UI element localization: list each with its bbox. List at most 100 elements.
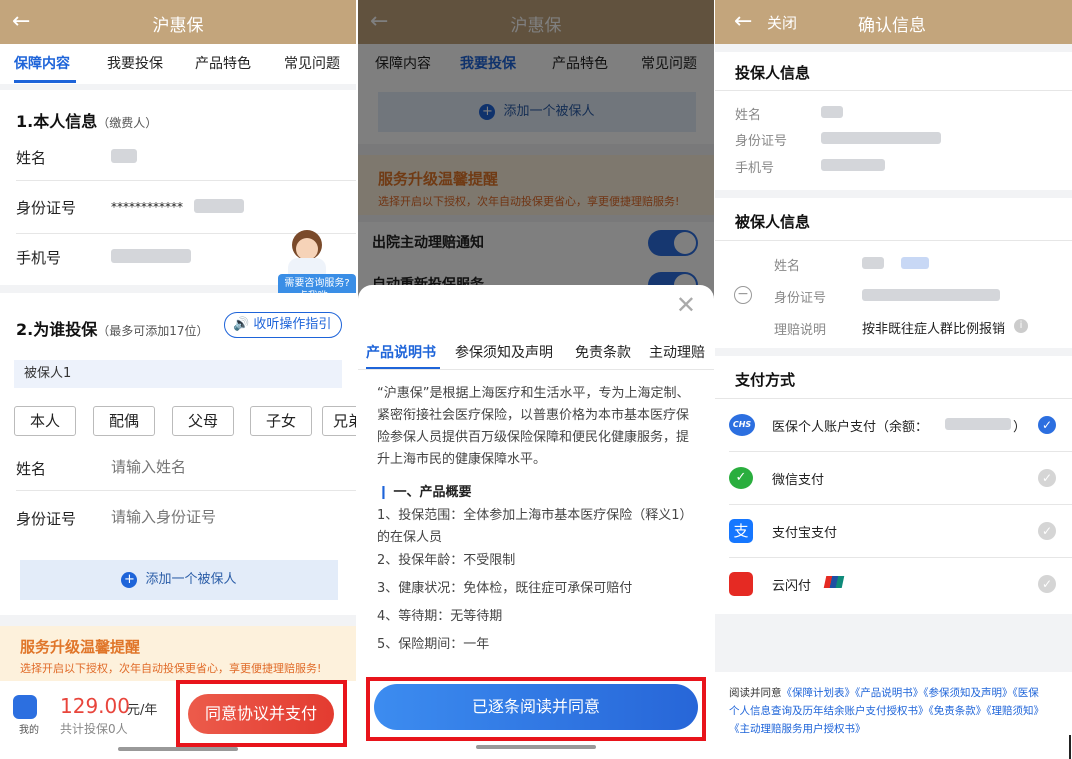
unselected-check-icon[interactable]: ✓ [1038, 522, 1056, 540]
claim-note-label: 理赔说明 [774, 323, 827, 338]
holder-phone-label: 手机号 [735, 161, 775, 176]
section-subtitle: （缴费人） [97, 116, 158, 130]
tab-faq[interactable]: 常见问题 [284, 53, 340, 73]
pay-method-label: 云闪付 [772, 579, 812, 594]
relation-self[interactable]: 本人 [14, 406, 76, 436]
insured-id-label: 身份证号 [16, 510, 77, 528]
sheet-tab-product-manual[interactable]: 产品说明书 [366, 342, 436, 362]
relation-children[interactable]: 子女 [250, 406, 312, 436]
page-title: 确认信息 [858, 16, 926, 36]
promo-text: 选择开启以下授权，次年自动投保更省心，享更便捷理赔服务! [20, 662, 322, 675]
insured-id-label: 身份证号 [774, 291, 827, 306]
intro-paragraph: “沪惠保”是根据上海医疗和生活水平，专为上海定制、紧密衔接社会医疗保险，以普惠价… [377, 386, 690, 467]
name-label: 姓名 [16, 149, 47, 167]
pay-method-alipay[interactable]: 支 支付宝支付 ✓ [715, 505, 1072, 557]
section-title: 被保人信息 [735, 213, 811, 231]
relation-siblings[interactable]: 兄弟 [322, 406, 356, 436]
holder-name-label: 姓名 [735, 108, 762, 123]
overview-item: 5、保险期间：一年 [377, 637, 490, 652]
sheet-tab-notice[interactable]: 参保须知及声明 [455, 342, 553, 362]
pay-method-medical[interactable]: CHS 医保个人账户支付（余额： ） ✓ [715, 399, 1072, 451]
section-title: 2.为谁投保 [16, 320, 98, 339]
insured-name-input[interactable] [111, 455, 331, 479]
claim-note-value: 按非既往症人群比例报销 [862, 322, 1006, 337]
insured-info-section: 被保人信息 − 姓名 身份证号 理赔说明 按非既往症人群比例报销 i [715, 198, 1072, 348]
panel-insure-form: ← 沪惠保 保障内容 我要投保 产品特色 常见问题 1.本人信息（缴费人） 姓名… [0, 0, 356, 759]
pay-method-label: 微信支付 [772, 473, 825, 488]
unionpay-logo-icon [823, 576, 845, 588]
panel-confirm-info: ← 关闭 确认信息 投保人信息 姓名 身份证号 手机号 被保人信息 − 姓名 身… [715, 0, 1072, 759]
promo-banner: 服务升级温馨提醒 选择开启以下授权，次年自动投保更省心，享更便捷理赔服务! [0, 626, 356, 681]
section-title: 投保人信息 [735, 64, 811, 82]
pay-method-label: 医保个人账户支付（余额： [772, 420, 929, 435]
app-header: ← 关闭 确认信息 [715, 0, 1072, 44]
phone-label: 手机号 [16, 249, 62, 267]
insured-id-input[interactable] [111, 505, 331, 529]
quickpass-icon [729, 572, 753, 596]
unselected-check-icon[interactable]: ✓ [1038, 469, 1056, 487]
unselected-check-icon[interactable]: ✓ [1038, 575, 1056, 593]
close-link[interactable]: 关闭 [767, 12, 797, 33]
close-icon[interactable]: ✕ [676, 291, 696, 319]
panel-product-terms: ← 沪惠保 保障内容 我要投保 产品特色 常见问题 +添加一个被保人 服务升级温… [358, 0, 714, 759]
holder-id-label: 身份证号 [735, 134, 788, 149]
home-indicator [476, 745, 596, 749]
mine-icon[interactable] [13, 695, 37, 719]
wechat-pay-icon: ✓ [729, 467, 753, 489]
price: 129.00 [60, 694, 130, 718]
insured-name-label: 姓名 [774, 259, 801, 274]
name-value-redacted [111, 149, 137, 163]
overview-item: 1、投保范围：全体参加上海市基本医疗保险（释义1）的在保人员 [377, 508, 693, 545]
total-insured: 共计投保0人 [60, 722, 128, 736]
info-icon[interactable]: i [1014, 319, 1028, 333]
agreement-section: 阅读并同意《保障计划表》《产品说明书》《参保须知及声明》《医保个人信息查询及历年… [715, 672, 1072, 759]
home-indicator [118, 747, 238, 751]
promo-title: 服务升级温馨提醒 [20, 638, 141, 656]
overview-item: 4、等待期：无等待期 [377, 609, 503, 624]
audio-guide-button[interactable]: 🔊 收听操作指引 [224, 312, 342, 338]
id-value-redacted [194, 199, 244, 213]
speaker-icon: 🔊 [233, 317, 250, 332]
section-subtitle: （最多可添加17位） [97, 324, 209, 338]
tab-underline [14, 80, 76, 83]
alipay-icon: 支 [729, 519, 753, 543]
agreement-text[interactable]: 阅读并同意《保障计划表》《产品说明书》《参保须知及声明》《医保个人信息查询及历年… [729, 684, 1049, 738]
holder-info-section: 投保人信息 姓名 身份证号 手机号 [715, 52, 1072, 190]
overview-item: 3、健康状况：免体检，既往症可承保可赔付 [377, 581, 633, 596]
overview-item: 2、投保年龄：不受限制 [377, 553, 516, 568]
tab-insure[interactable]: 我要投保 [107, 53, 163, 73]
relation-parents[interactable]: 父母 [172, 406, 234, 436]
tab-coverage[interactable]: 保障内容 [14, 53, 70, 73]
insured-label-bar: 被保人1 [14, 360, 342, 388]
relation-spouse[interactable]: 配偶 [93, 406, 155, 436]
tab-features[interactable]: 产品特色 [195, 53, 251, 73]
medical-insurance-icon: CHS [729, 414, 755, 436]
highlight-box [366, 677, 706, 741]
tab-bar: 保障内容 我要投保 产品特色 常见问题 [0, 44, 356, 84]
pay-method-wechat[interactable]: ✓ 微信支付 ✓ [715, 452, 1072, 504]
insured-name-label: 姓名 [16, 460, 47, 478]
sheet-tab-claims[interactable]: 主动理赔 [649, 342, 705, 362]
agreement-prefix: 阅读并同意 [729, 687, 782, 699]
section-title: 1.本人信息 [16, 112, 98, 131]
back-arrow-icon[interactable]: ← [734, 7, 752, 37]
selected-check-icon[interactable]: ✓ [1038, 416, 1056, 434]
id-label: 身份证号 [16, 199, 77, 217]
id-value: ************ [111, 200, 183, 214]
highlight-box [176, 680, 347, 747]
sheet-tab-exemption[interactable]: 免责条款 [575, 342, 631, 362]
phone-value-redacted [111, 249, 191, 263]
payment-section: 支付方式 CHS 医保个人账户支付（余额： ） ✓ ✓ 微信支付 ✓ 支 支付宝… [715, 356, 1072, 614]
section-title: 支付方式 [735, 371, 796, 389]
pay-method-unionpay[interactable]: 云闪付 ✓ [715, 558, 1072, 610]
price-unit: 元/年 [127, 703, 158, 718]
sheet-tab-bar: 产品说明书 参保须知及声明 免责条款 主动理赔 [358, 335, 714, 369]
plus-circle-icon: + [121, 572, 138, 588]
app-header: ← 沪惠保 [0, 0, 356, 44]
overview-heading: ❙ 一、产品概要 [378, 485, 472, 500]
mine-label: 我的 [19, 725, 39, 736]
pay-method-label: 支付宝支付 [772, 526, 838, 541]
add-insured-button[interactable]: +添加一个被保人 [20, 560, 338, 600]
page-title: 沪惠保 [152, 16, 204, 36]
remove-circle-icon[interactable]: − [734, 286, 752, 304]
